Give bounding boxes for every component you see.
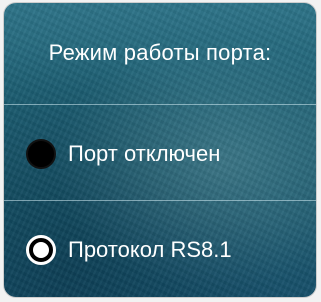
option-protocol-rs81-label: Протокол RS8.1 (68, 236, 232, 262)
divider (4, 104, 316, 105)
panel-header: Режим работы порта: (4, 3, 316, 103)
port-mode-title: Режим работы порта: (48, 40, 272, 65)
radio-checked-icon[interactable] (26, 234, 56, 265)
radio-unchecked-icon[interactable] (26, 138, 56, 169)
radio-selected-dot-icon (33, 241, 49, 258)
option-port-disabled[interactable]: Порт отключен (4, 106, 316, 201)
option-protocol-rs81[interactable]: Протокол RS8.1 (4, 202, 316, 297)
divider (4, 200, 316, 201)
option-port-disabled-label: Порт отключен (68, 140, 221, 166)
port-mode-panel: Режим работы порта: Порт отключен Проток… (4, 3, 316, 297)
